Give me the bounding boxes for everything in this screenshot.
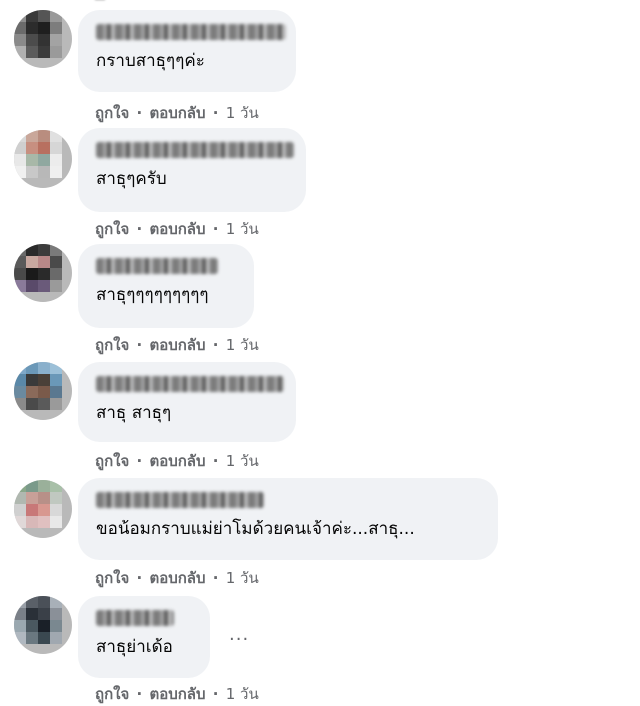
reply-button[interactable]: ตอบกลับ [149,336,205,354]
like-button[interactable]: ถูกใจ [95,452,129,470]
commenter-name-blurred[interactable] [96,610,174,626]
commenter-name-blurred[interactable] [96,142,294,158]
comment-actions: ถูกใจ · ตอบกลับ · 1 วัน [95,682,259,706]
comment-bubble[interactable]: กราบสาธุๆๆค่ะ [78,10,296,92]
reply-button[interactable]: ตอบกลับ [149,685,205,703]
comment-text: สาธุๆๆๆๆๆๆๆๆๆ [96,285,209,305]
commenter-name-blurred[interactable] [96,376,284,392]
timestamp[interactable]: 1 วัน [226,336,259,354]
comment-text: สาธุ สาธุๆ [96,403,172,423]
like-button[interactable]: ถูกใจ [95,104,129,122]
like-button[interactable]: ถูกใจ [95,685,129,703]
comment-text: สาธุย่าเด้อ [96,637,173,657]
comment-thread: { "comments": [ { "text": "กราบสาธุๆๆค่ะ… [0,0,640,703]
comment-actions: ถูกใจ · ตอบกลับ · 1 วัน [95,217,259,241]
reply-button[interactable]: ตอบกลับ [149,452,205,470]
timestamp[interactable]: 1 วัน [226,104,259,122]
comment-bubble[interactable]: ขอน้อมกราบแม่ย่าโมด้วยคนเจ้าค่ะ...สาธุ..… [78,478,498,560]
more-options-icon[interactable]: ... [229,624,249,645]
separator: · [136,336,143,354]
separator: · [136,685,143,703]
separator: · [136,220,143,238]
comment-actions: ถูกใจ · ตอบกลับ · 1 วัน [95,566,259,590]
comment-text: กราบสาธุๆๆค่ะ [96,51,205,71]
comment-bubble[interactable]: สาธุย่าเด้อ [78,596,210,678]
comment-bubble[interactable]: สาธุ สาธุๆ [78,362,296,442]
separator: · [212,452,219,470]
commenter-name-blurred[interactable] [96,24,286,40]
separator: · [212,220,219,238]
comment-actions: ถูกใจ · ตอบกลับ · 1 วัน [95,449,259,473]
reply-button[interactable]: ตอบกลับ [149,569,205,587]
separator: · [136,452,143,470]
reply-button[interactable]: ตอบกลับ [149,220,205,238]
separator: · [136,104,143,122]
comment-actions: ถูกใจ · ตอบกลับ · 1 วัน [95,101,259,125]
timestamp[interactable]: 1 วัน [226,685,259,703]
timestamp[interactable]: 1 วัน [226,452,259,470]
timestamp[interactable]: 1 วัน [226,220,259,238]
like-button[interactable]: ถูกใจ [95,336,129,354]
comment-actions: ถูกใจ · ตอบกลับ · 1 วัน [95,333,259,357]
avatar[interactable] [14,130,72,188]
separator: · [212,104,219,122]
separator: · [136,569,143,587]
commenter-name-blurred[interactable] [96,492,264,508]
avatar[interactable] [14,10,72,68]
avatar[interactable] [14,362,72,420]
separator: · [212,685,219,703]
separator: · [212,569,219,587]
comment-text: ขอน้อมกราบแม่ย่าโมด้วยคนเจ้าค่ะ...สาธุ..… [96,519,415,539]
like-button[interactable]: ถูกใจ [95,569,129,587]
commenter-name-blurred[interactable] [96,258,218,274]
avatar[interactable] [14,596,72,654]
timestamp[interactable]: 1 วัน [226,569,259,587]
reply-button[interactable]: ตอบกลับ [149,104,205,122]
comment-bubble[interactable]: สาธุๆครับ [78,128,306,212]
comment-bubble[interactable]: สาธุๆๆๆๆๆๆๆๆๆ [78,244,254,328]
avatar[interactable] [14,480,72,538]
like-button[interactable]: ถูกใจ [95,220,129,238]
avatar[interactable] [14,244,72,302]
separator: · [212,336,219,354]
comment-text: สาธุๆครับ [96,169,167,189]
